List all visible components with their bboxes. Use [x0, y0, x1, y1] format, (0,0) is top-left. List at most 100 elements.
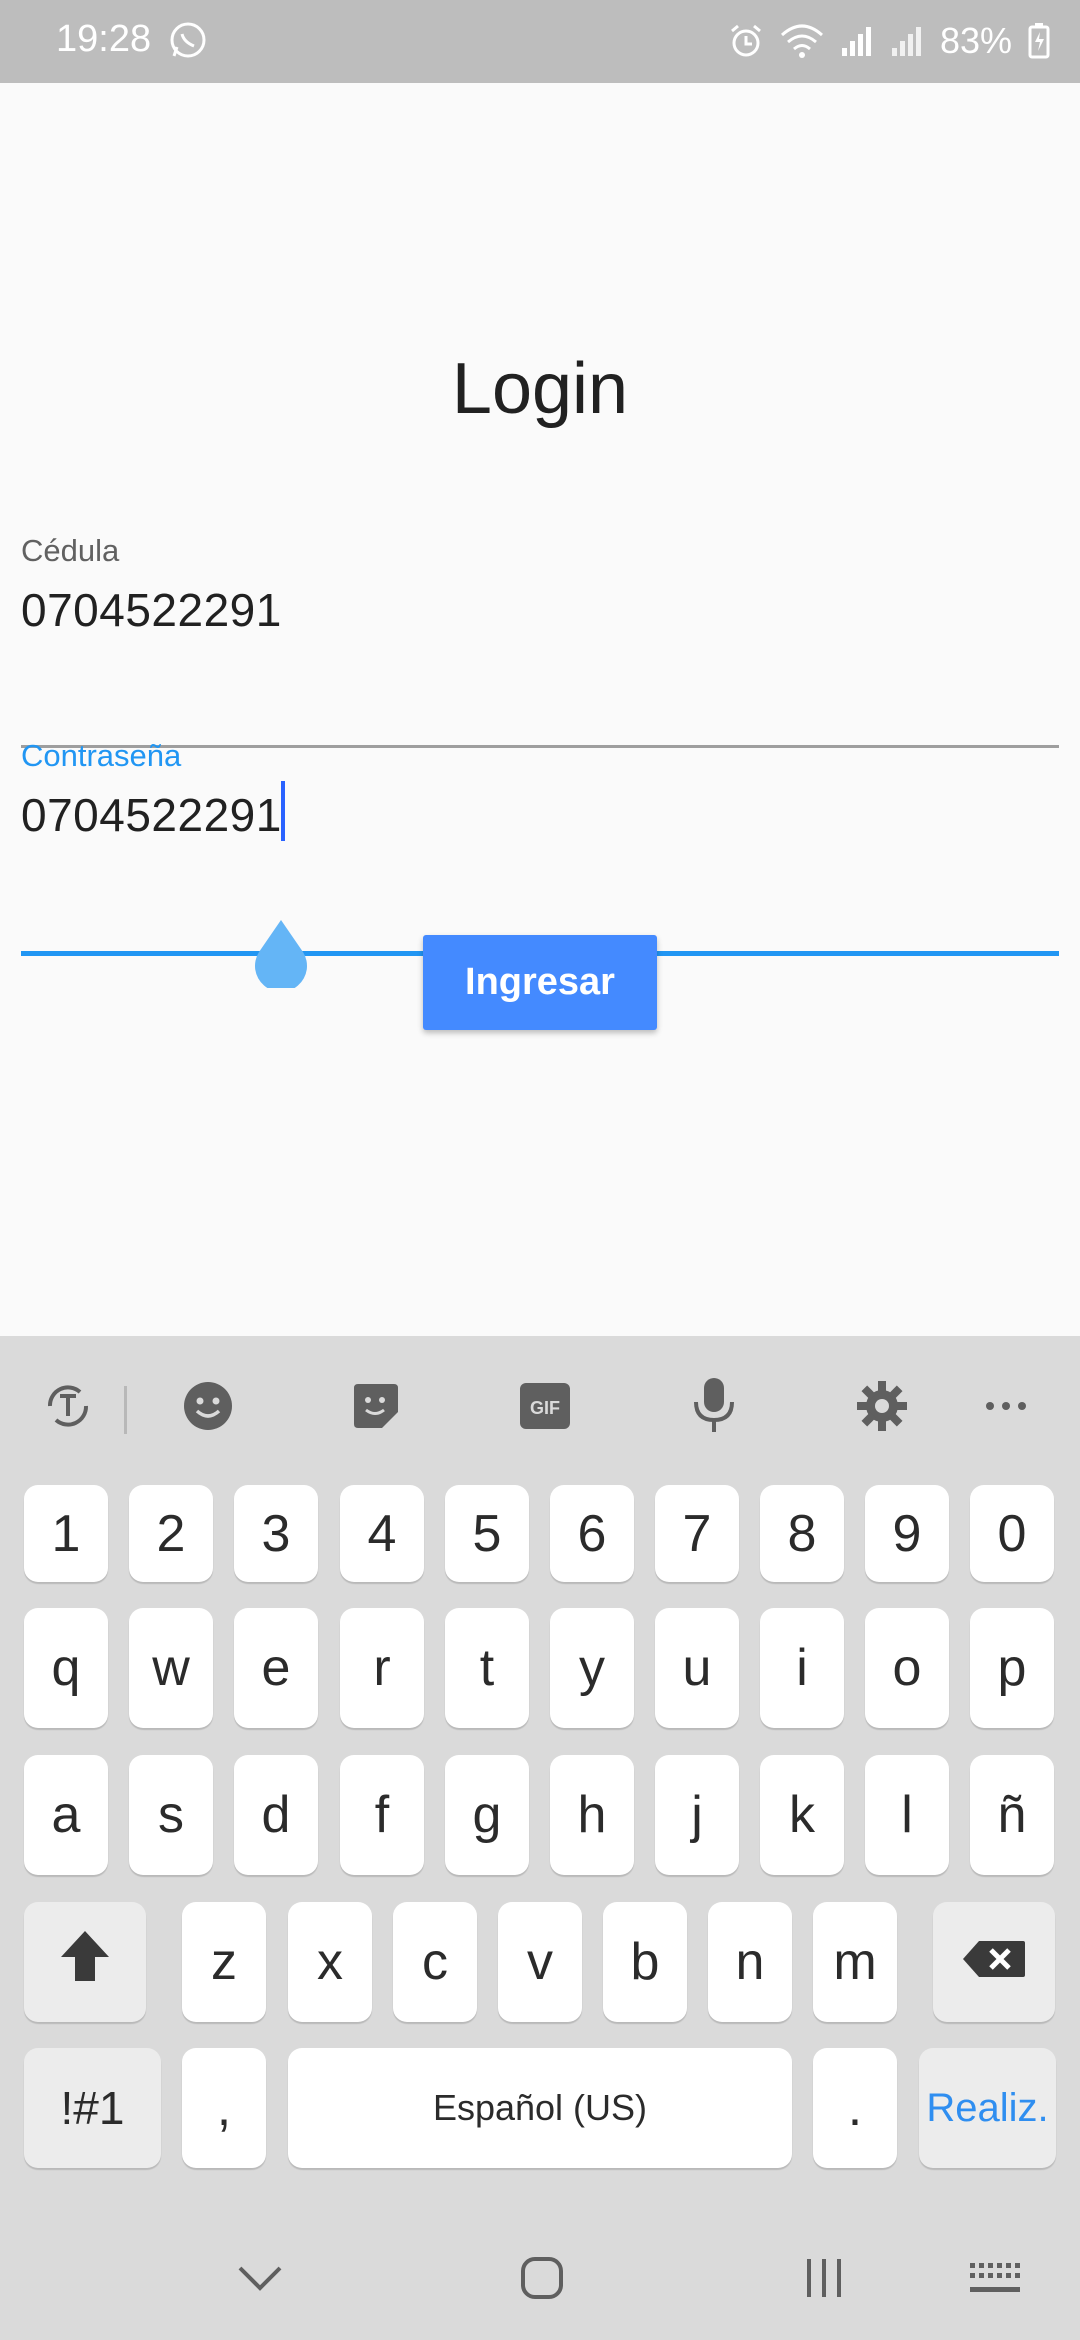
- key-label: ñ: [997, 1786, 1027, 1844]
- key-a[interactable]: a: [24, 1755, 108, 1875]
- signal-icon-2: [890, 24, 924, 58]
- key-q[interactable]: q: [24, 1608, 108, 1728]
- key-j[interactable]: j: [655, 1755, 739, 1875]
- key-label: a: [51, 1786, 81, 1844]
- battery-charging-icon: [1028, 23, 1050, 59]
- settings-icon[interactable]: [852, 1376, 912, 1436]
- signal-icon: [840, 24, 874, 58]
- wifi-icon: [780, 23, 824, 59]
- key-d[interactable]: d: [234, 1755, 318, 1875]
- key-4[interactable]: 4: [340, 1485, 424, 1582]
- key-label: m: [833, 1933, 877, 1991]
- home-icon[interactable]: [512, 2248, 572, 2308]
- period-key[interactable]: .: [813, 2048, 897, 2168]
- done-key[interactable]: Realiz.: [919, 2048, 1056, 2168]
- recents-icon[interactable]: [794, 2248, 854, 2308]
- password-input[interactable]: 0704522291: [21, 788, 282, 842]
- toolbar-divider: [124, 1386, 127, 1434]
- space-key[interactable]: Español (US): [288, 2048, 792, 2168]
- key-0[interactable]: 0: [970, 1485, 1054, 1582]
- more-icon[interactable]: [976, 1376, 1036, 1436]
- key-label: r: [373, 1639, 391, 1697]
- alarm-icon: [728, 23, 764, 59]
- keyboard-toolbar: GIF: [0, 1336, 1080, 1476]
- key-g[interactable]: g: [445, 1755, 529, 1875]
- key-label: t: [479, 1639, 495, 1697]
- key-w[interactable]: w: [129, 1608, 213, 1728]
- key-label: .: [847, 2079, 863, 2137]
- shift-icon: [59, 1929, 111, 1996]
- password-field[interactable]: Contraseña 0704522291: [21, 738, 1059, 992]
- key-7[interactable]: 7: [655, 1485, 739, 1582]
- key-v[interactable]: v: [498, 1902, 582, 2022]
- key-label: 8: [787, 1504, 817, 1563]
- key-p[interactable]: p: [970, 1608, 1054, 1728]
- key-label: u: [682, 1639, 712, 1697]
- translate-icon[interactable]: [38, 1376, 98, 1436]
- key-label: z: [211, 1933, 237, 1991]
- key-label: 6: [577, 1504, 607, 1563]
- cedula-field[interactable]: Cédula 0704522291: [21, 533, 1059, 753]
- key-k[interactable]: k: [760, 1755, 844, 1875]
- comma-key[interactable]: ,: [182, 2048, 266, 2168]
- cursor-handle[interactable]: [251, 918, 311, 992]
- key-s[interactable]: s: [129, 1755, 213, 1875]
- shift-key[interactable]: [24, 1902, 146, 2022]
- key-label: y: [579, 1639, 605, 1697]
- emoji-icon[interactable]: [178, 1376, 238, 1436]
- key-r[interactable]: r: [340, 1608, 424, 1728]
- key-label: o: [892, 1639, 922, 1697]
- login-screen: Login Cédula 0704522291 Contraseña 07045…: [0, 83, 1080, 1336]
- key-label: c: [422, 1933, 448, 1991]
- key-8[interactable]: 8: [760, 1485, 844, 1582]
- key-e[interactable]: e: [234, 1608, 318, 1728]
- keyboard: GIF 1 2 3 4 5 6 7 8 9 0 q w e r t y u i …: [0, 1336, 1080, 2208]
- key-2[interactable]: 2: [129, 1485, 213, 1582]
- key-o[interactable]: o: [865, 1608, 949, 1728]
- key-n[interactable]: n: [708, 1902, 792, 2022]
- key-9[interactable]: 9: [865, 1485, 949, 1582]
- microphone-icon[interactable]: [684, 1376, 744, 1436]
- navigation-bar: [0, 2208, 1080, 2340]
- status-icons: 83%: [728, 16, 1050, 66]
- keyboard-switch-icon[interactable]: [964, 2248, 1024, 2308]
- symbols-key[interactable]: !#1: [24, 2048, 161, 2168]
- password-label: Contraseña: [21, 738, 182, 773]
- key-6[interactable]: 6: [550, 1485, 634, 1582]
- key-n-tilde[interactable]: ñ: [970, 1755, 1054, 1875]
- backspace-key[interactable]: [933, 1902, 1055, 2022]
- key-l[interactable]: l: [865, 1755, 949, 1875]
- key-label: !#1: [60, 2082, 125, 2134]
- key-y[interactable]: y: [550, 1608, 634, 1728]
- key-z[interactable]: z: [182, 1902, 266, 2022]
- key-label: 2: [156, 1504, 186, 1563]
- key-t[interactable]: t: [445, 1608, 529, 1728]
- key-5[interactable]: 5: [445, 1485, 529, 1582]
- cedula-input[interactable]: 0704522291: [21, 583, 282, 637]
- key-label: n: [735, 1933, 765, 1991]
- key-label: 3: [261, 1504, 291, 1563]
- key-c[interactable]: c: [393, 1902, 477, 2022]
- key-label: k: [789, 1786, 815, 1844]
- sticker-icon[interactable]: [346, 1376, 406, 1436]
- key-label: q: [51, 1639, 81, 1697]
- key-label: 4: [367, 1504, 397, 1563]
- key-label: 9: [892, 1504, 922, 1563]
- key-3[interactable]: 3: [234, 1485, 318, 1582]
- gif-icon[interactable]: GIF: [515, 1376, 575, 1436]
- key-f[interactable]: f: [340, 1755, 424, 1875]
- key-label: w: [152, 1639, 190, 1697]
- login-button[interactable]: Ingresar: [423, 935, 657, 1030]
- key-label: b: [630, 1933, 660, 1991]
- key-b[interactable]: b: [603, 1902, 687, 2022]
- key-x[interactable]: x: [288, 1902, 372, 2022]
- status-bar: 19:28 83%: [0, 0, 1080, 83]
- hide-keyboard-icon[interactable]: [230, 2248, 290, 2308]
- key-h[interactable]: h: [550, 1755, 634, 1875]
- key-i[interactable]: i: [760, 1608, 844, 1728]
- key-1[interactable]: 1: [24, 1485, 108, 1582]
- key-label: s: [158, 1786, 184, 1844]
- key-m[interactable]: m: [813, 1902, 897, 2022]
- svg-text:GIF: GIF: [530, 1398, 560, 1418]
- key-u[interactable]: u: [655, 1608, 739, 1728]
